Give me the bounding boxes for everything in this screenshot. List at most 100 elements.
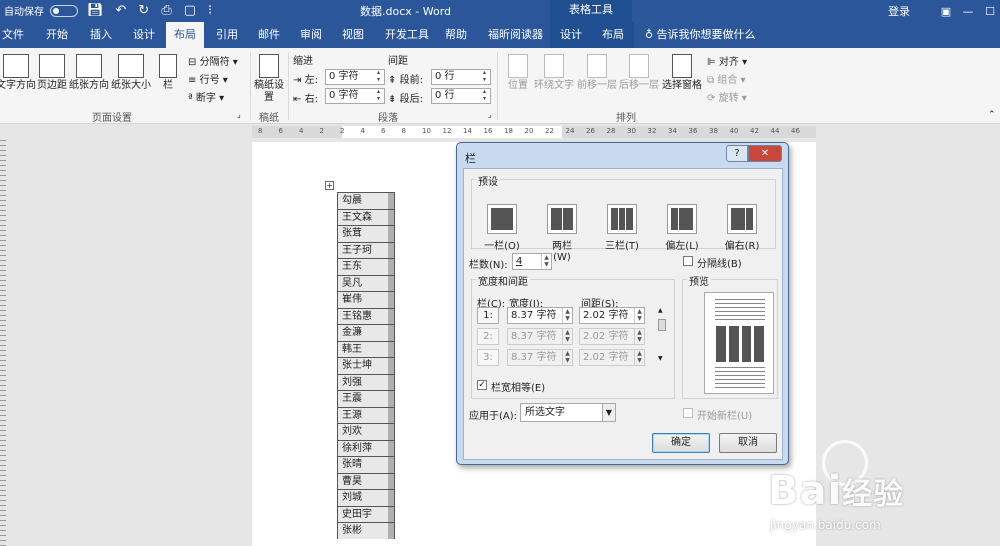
spinner-icon[interactable]: ▲ ▼ xyxy=(562,350,572,365)
scroll-up-icon[interactable]: ▲ xyxy=(658,307,663,314)
margins-button[interactable]: 页边距 xyxy=(36,54,68,92)
apply-to-select[interactable]: 所选文字 ▼ xyxy=(520,403,616,422)
tab-home[interactable]: 开始 xyxy=(46,22,68,48)
table-row[interactable]: 金濂 xyxy=(337,324,395,341)
ribbon-options-icon[interactable]: ▣ xyxy=(935,0,957,22)
position-button[interactable]: 位置 xyxy=(503,54,533,92)
draft-settings-button[interactable]: 稿纸设置 xyxy=(254,54,284,104)
table-move-handle-icon[interactable]: + xyxy=(325,181,334,190)
group-button[interactable]: ⧉ 组合 ▾ xyxy=(707,71,746,86)
table-row[interactable]: 徐利萍 xyxy=(337,439,395,456)
autosave-toggle[interactable] xyxy=(50,4,78,17)
collapse-ribbon-icon[interactable]: ⌃ xyxy=(988,110,996,120)
col-3-spacing-input[interactable]: 2.02 字符 ▲ ▼ xyxy=(579,349,645,366)
selection-pane-button[interactable]: 选择窗格 xyxy=(660,54,704,92)
table-row[interactable]: 王震 xyxy=(337,390,395,407)
start-new-column-checkbox[interactable] xyxy=(683,408,693,418)
line-numbers-button[interactable]: ≡ 行号 ▾ xyxy=(188,71,228,86)
tab-layout[interactable]: 布局 xyxy=(166,22,204,48)
name-table[interactable]: 勾晨 王文森 张茸 王子珂 王东 吴凡 崔伟 王铭惠 金濂 韩王 张士坤 刘强 王震 王源 刘欢 徐利萍 张晴曹… xyxy=(337,192,395,539)
preset-1-button[interactable]: 一栏(O) xyxy=(484,204,520,252)
tab-view[interactable]: 视图 xyxy=(342,22,364,48)
tab-foxit[interactable]: 福昕阅读器 xyxy=(488,22,543,48)
spinner-icon[interactable]: ▲ ▼ xyxy=(562,308,572,323)
tab-table-design[interactable]: 设计 xyxy=(550,22,592,48)
tab-developer[interactable]: 开发工具 xyxy=(385,22,429,48)
table-row[interactable]: 勾晨 xyxy=(337,192,395,209)
table-row[interactable]: 崔伟 xyxy=(337,291,395,308)
table-row[interactable]: 张茸 xyxy=(337,225,395,242)
spacing-before-input[interactable]: 0 行 xyxy=(431,69,491,85)
spacing-after-input[interactable]: 0 行 xyxy=(431,88,491,104)
preset-5-button[interactable]: 偏右(R) xyxy=(724,204,760,252)
columns-scrollbar[interactable]: ▲ ▼ xyxy=(657,307,667,364)
tab-review[interactable]: 审阅 xyxy=(300,22,322,48)
print-preview-icon[interactable]: ⎙ xyxy=(158,3,174,18)
help-icon[interactable]: ? xyxy=(726,145,748,162)
table-row[interactable]: 王子珂 xyxy=(337,241,395,258)
table-row[interactable]: 刘强 xyxy=(337,373,395,390)
spinner-icon[interactable]: ▲ ▼ xyxy=(634,308,644,323)
tell-me-search[interactable]: ♁ 告诉我你想要做什么 xyxy=(645,22,756,48)
undo-icon[interactable]: ↶ xyxy=(113,3,130,18)
bring-forward-button[interactable]: 前移一层 xyxy=(576,54,618,92)
preset-3-button[interactable]: 三栏(T) xyxy=(604,204,640,252)
indent-left-input[interactable]: 0 字符 xyxy=(325,69,385,85)
spinner-icon[interactable]: ▲ ▼ xyxy=(562,329,572,344)
line-between-checkbox[interactable] xyxy=(683,256,693,266)
spinner-icon[interactable]: ▲ ▼ xyxy=(634,329,644,344)
chevron-down-icon[interactable]: ▼ xyxy=(602,404,615,421)
paragraph-launcher-icon[interactable]: ⌟ xyxy=(488,110,492,119)
table-row[interactable]: 韩王 xyxy=(337,340,395,357)
scroll-thumb[interactable] xyxy=(658,319,666,331)
table-row[interactable]: 张晴 xyxy=(337,456,395,473)
table-row[interactable]: 曹昊 xyxy=(337,472,395,489)
align-button[interactable]: ⊫ 对齐 ▾ xyxy=(707,53,747,68)
col-2-spacing-input[interactable]: 2.02 字符 ▲ ▼ xyxy=(579,328,645,345)
ok-button[interactable]: 确定 xyxy=(652,433,710,453)
table-row[interactable]: 王文森 xyxy=(337,208,395,225)
table-row[interactable]: 刘城 xyxy=(337,489,395,506)
send-backward-button[interactable]: 后移一层 xyxy=(618,54,660,92)
tab-design[interactable]: 设计 xyxy=(133,22,155,48)
minimize-icon[interactable]: — xyxy=(957,0,979,22)
wrap-text-button[interactable]: 环绕文字 xyxy=(533,54,575,92)
text-direction-button[interactable]: 文字方向 xyxy=(0,54,36,92)
col-1-width-input[interactable]: 8.37 字符 ▲ ▼ xyxy=(507,307,573,324)
table-row[interactable]: 王东 xyxy=(337,258,395,275)
num-columns-spinner-icon[interactable]: ▲ ▼ xyxy=(541,254,551,269)
hyphenation-button[interactable]: ª 断字 ▾ xyxy=(188,89,224,104)
tab-table-layout[interactable]: 布局 xyxy=(592,22,634,48)
redo-icon[interactable]: ↻ xyxy=(135,3,152,18)
login-link[interactable]: 登录 xyxy=(888,3,910,19)
new-doc-icon[interactable]: ▢ xyxy=(181,3,199,18)
num-columns-input[interactable]: 4 ▲ ▼ xyxy=(512,253,552,270)
table-row[interactable]: 史田宇 xyxy=(337,505,395,522)
orientation-button[interactable]: 纸张方向 xyxy=(68,54,110,92)
table-row[interactable]: 张彬 xyxy=(337,522,395,539)
table-row[interactable]: 张士坤 xyxy=(337,357,395,374)
table-row[interactable]: 王源 xyxy=(337,406,395,423)
horizontal-ruler[interactable]: 8 6 4 2 2 4 6 8 10 12 14 16 18 20 22 24 26 28 30 32 34 36 38 40… xyxy=(252,126,816,138)
breaks-button[interactable]: ⊟ 分隔符 ▾ xyxy=(188,53,238,68)
col-2-width-input[interactable]: 8.37 字符 ▲ ▼ xyxy=(507,328,573,345)
table-row[interactable]: 王铭惠 xyxy=(337,307,395,324)
spinner-icon[interactable]: ▲ ▼ xyxy=(634,350,644,365)
tab-insert[interactable]: 插入 xyxy=(90,22,112,48)
col-1-spacing-input[interactable]: 2.02 字符 ▲ ▼ xyxy=(579,307,645,324)
tab-help[interactable]: 帮助 xyxy=(445,22,467,48)
page-setup-launcher-icon[interactable]: ⌟ xyxy=(237,110,241,119)
table-row[interactable]: 吴凡 xyxy=(337,274,395,291)
scroll-down-icon[interactable]: ▼ xyxy=(658,355,663,362)
indent-right-input[interactable]: 0 字符 xyxy=(325,88,385,104)
rotate-button[interactable]: ⟳ 旋转 ▾ xyxy=(707,89,747,104)
table-row[interactable]: 刘欢 xyxy=(337,423,395,440)
tab-mailings[interactable]: 邮件 xyxy=(258,22,280,48)
close-icon[interactable]: ✕ xyxy=(748,145,782,162)
columns-button[interactable]: 栏 xyxy=(156,54,180,92)
tab-references[interactable]: 引用 xyxy=(216,22,238,48)
equal-width-checkbox[interactable]: ✓ xyxy=(477,380,487,390)
save-icon[interactable]: 💾︎ xyxy=(84,3,107,18)
tab-file[interactable]: 文件 xyxy=(2,22,24,48)
maximize-icon[interactable]: ☐ xyxy=(979,0,1000,22)
